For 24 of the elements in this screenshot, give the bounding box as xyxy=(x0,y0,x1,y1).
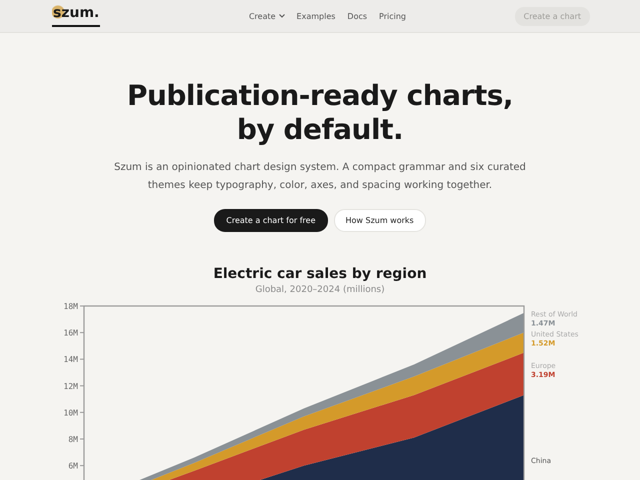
how-it-works-button[interactable]: How Szum works xyxy=(334,209,426,232)
chart-subtitle: Global, 2020–2024 (millions) xyxy=(254,285,386,295)
y-tick-label: 14M xyxy=(64,355,78,364)
y-tick: 8M xyxy=(68,435,84,444)
y-tick: 6M xyxy=(68,462,84,471)
chart-title: Electric car sales by region xyxy=(212,266,428,282)
nav-link[interactable]: Examples xyxy=(296,12,336,20)
y-tick: 14M xyxy=(64,355,84,364)
nav-link[interactable]: Docs xyxy=(347,12,368,20)
hero-title: Publication-ready charts, by default. xyxy=(126,79,514,147)
y-tick-label: 12M xyxy=(64,382,78,391)
nav-link[interactable]: Pricing xyxy=(379,12,406,20)
y-tick: 18M xyxy=(64,302,84,311)
y-tick-label: 6M xyxy=(68,462,78,471)
y-tick: 16M xyxy=(64,328,84,338)
y-tick-label: 8M xyxy=(68,435,78,444)
create-chart-button[interactable]: Create a chart for free xyxy=(214,209,328,232)
y-tick: 10M xyxy=(64,408,84,418)
y-tick: 12M xyxy=(64,382,84,391)
y-tick-label: 10M xyxy=(64,408,78,418)
y-tick-label: 16M xyxy=(64,328,78,338)
y-tick-label: 18M xyxy=(64,302,78,311)
hero-subtitle: Szum is an opinionated chart design system. A compact grammar and six curated themes keep typography, color, axes, and spacing working together. xyxy=(113,161,527,193)
nav-link[interactable]: Create xyxy=(248,12,285,20)
